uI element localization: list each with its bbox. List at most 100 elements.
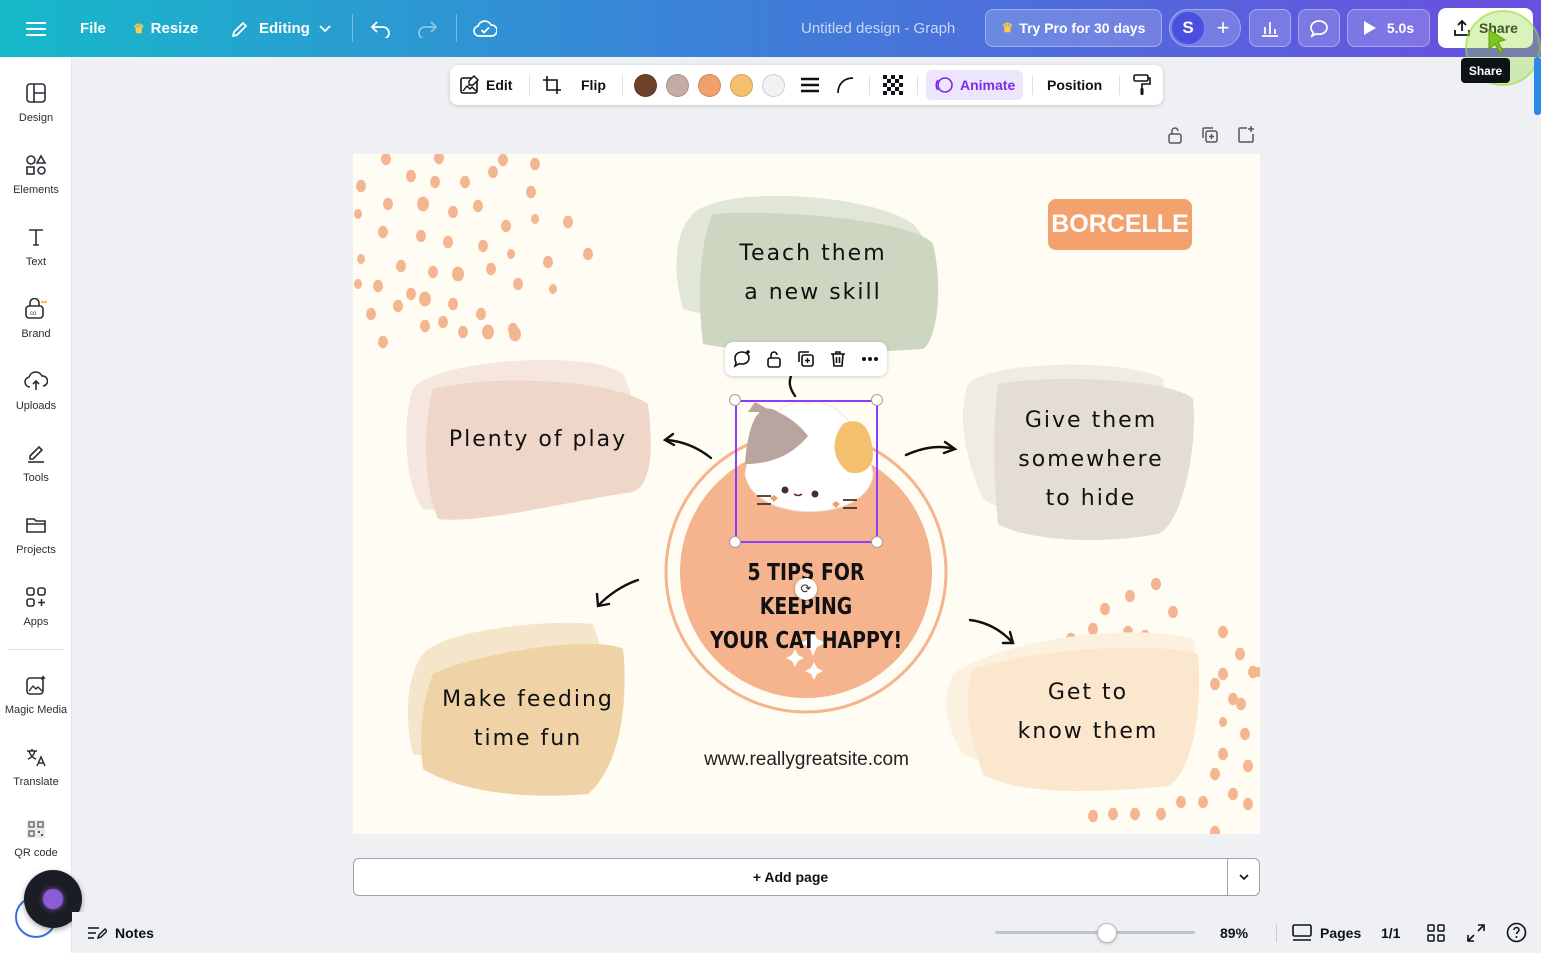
tip-line: Make feeding — [442, 687, 614, 712]
zoom-level[interactable]: 89% — [1220, 912, 1248, 953]
qr-code-icon — [27, 820, 45, 838]
resize-handle[interactable] — [871, 394, 883, 406]
border-style-button[interactable] — [800, 65, 820, 105]
help-button[interactable] — [1506, 912, 1527, 953]
animate-button[interactable]: Animate — [926, 70, 1024, 100]
chevron-down-icon — [319, 24, 331, 32]
dot — [1100, 602, 1110, 616]
main-menu-icon[interactable] — [26, 0, 46, 57]
dot — [420, 319, 430, 333]
image-edit-icon — [460, 75, 479, 94]
duplicate-icon[interactable] — [796, 349, 816, 369]
add-comment-icon[interactable] — [732, 349, 752, 369]
sidebar-item-projects[interactable]: Projects — [0, 505, 72, 565]
tip-text-bottom-right[interactable]: Get to know them — [1003, 673, 1173, 751]
sidebar-item-uploads[interactable]: Uploads — [0, 361, 72, 421]
comments-button[interactable] — [1298, 9, 1340, 47]
sidebar-item-label: Apps — [23, 616, 49, 628]
divider — [352, 14, 353, 42]
collaborators-group[interactable]: S + — [1169, 9, 1241, 47]
dot — [428, 265, 438, 279]
editing-mode-dropdown[interactable]: Editing — [230, 0, 331, 57]
color-swatch[interactable] — [762, 74, 785, 97]
sidebar-item-text[interactable]: Text — [0, 217, 72, 277]
redo-button[interactable] — [416, 0, 438, 57]
magic-media-icon — [26, 675, 46, 695]
tip-text-top[interactable]: Teach them a new skill — [723, 234, 903, 312]
present-button[interactable]: 5.0s — [1347, 9, 1430, 47]
add-page-icon[interactable] — [1236, 125, 1256, 145]
add-collaborator-icon[interactable]: + — [1208, 13, 1238, 43]
pages-button[interactable]: Pages — [1292, 912, 1361, 953]
selection-box[interactable] — [735, 400, 878, 543]
copy-style-button[interactable] — [1132, 65, 1152, 105]
resize-handle[interactable] — [729, 394, 741, 406]
tip-line: a new skill — [744, 280, 882, 305]
sidebar-item-qr-code[interactable]: QR code — [0, 809, 72, 869]
more-options-icon[interactable] — [860, 349, 880, 369]
undo-button[interactable] — [370, 0, 392, 57]
color-swatch[interactable] — [730, 74, 753, 97]
zoom-slider-knob[interactable] — [1097, 923, 1117, 943]
dot — [419, 291, 431, 307]
resize-handle[interactable] — [871, 536, 883, 548]
dot — [448, 205, 458, 219]
dot — [1210, 767, 1220, 781]
add-page-options-button[interactable] — [1228, 859, 1259, 895]
brand-badge[interactable]: BORCELLE — [1048, 199, 1192, 250]
sidebar-item-design[interactable]: Design — [0, 73, 72, 133]
divider — [456, 14, 457, 42]
rotate-handle-icon[interactable]: ⟳ — [795, 578, 817, 600]
sidebar-item-magic-media[interactable]: Magic Media — [0, 665, 72, 725]
page-count[interactable]: 1/1 — [1381, 912, 1400, 953]
tip-text-left[interactable]: Plenty of play — [438, 420, 638, 459]
file-menu[interactable]: File — [80, 0, 106, 57]
dot — [354, 279, 362, 289]
crop-button[interactable] — [542, 65, 562, 105]
dot — [531, 214, 539, 224]
grid-view-button[interactable] — [1427, 912, 1445, 953]
resize-button[interactable]: ♛ Resize — [133, 0, 198, 57]
redo-icon — [418, 20, 438, 38]
notes-button[interactable]: Notes — [87, 912, 154, 953]
dot — [458, 325, 468, 339]
sidebar-item-tools[interactable]: Tools — [0, 433, 72, 493]
sidebar-item-brand[interactable]: co Brand — [0, 289, 72, 349]
flip-button[interactable]: Flip — [581, 65, 606, 105]
design-title[interactable]: Untitled design - Graph — [801, 0, 955, 57]
lock-icon[interactable] — [764, 349, 784, 369]
try-pro-button[interactable]: ♛ Try Pro for 30 days — [985, 9, 1162, 47]
sidebar-item-apps[interactable]: Apps — [0, 577, 72, 637]
website-text[interactable]: www.reallygreatsite.com — [673, 749, 940, 771]
dot — [381, 154, 391, 166]
folder-icon — [26, 518, 46, 533]
tip-text-right[interactable]: Give them somewhere to hide — [1001, 401, 1181, 518]
resize-handle[interactable] — [729, 536, 741, 548]
dot — [1210, 825, 1220, 834]
insights-button[interactable] — [1249, 9, 1291, 47]
position-button[interactable]: Position — [1047, 65, 1102, 105]
sidebar-item-elements[interactable]: Elements — [0, 145, 72, 205]
save-status-button[interactable] — [473, 0, 497, 57]
try-pro-label: Try Pro for 30 days — [1019, 20, 1146, 36]
sidebar-item-translate[interactable]: Translate — [0, 737, 72, 797]
corner-rounding-button[interactable] — [836, 65, 854, 105]
center-title[interactable]: 5 TIPS FOR KEEPING YOUR CAT HAPPY! — [705, 556, 907, 658]
zoom-slider[interactable] — [995, 923, 1195, 943]
dot — [406, 287, 416, 301]
color-swatch[interactable] — [634, 74, 657, 97]
fullscreen-button[interactable] — [1467, 912, 1485, 953]
transparency-button[interactable] — [882, 65, 904, 105]
lock-page-icon[interactable] — [1165, 125, 1185, 145]
duplicate-page-icon[interactable] — [1200, 125, 1220, 145]
scroll-indicator[interactable] — [1534, 57, 1541, 115]
avatar[interactable]: S — [1172, 12, 1204, 44]
pen-icon — [28, 445, 44, 463]
edit-image-button[interactable]: Edit — [460, 65, 512, 105]
add-page-button[interactable]: + Add page — [354, 859, 1227, 895]
dot — [488, 165, 498, 179]
delete-icon[interactable] — [828, 349, 848, 369]
color-swatch[interactable] — [698, 74, 721, 97]
tip-text-bottom-left[interactable]: Make feeding time fun — [433, 680, 623, 758]
color-swatch[interactable] — [666, 74, 689, 97]
